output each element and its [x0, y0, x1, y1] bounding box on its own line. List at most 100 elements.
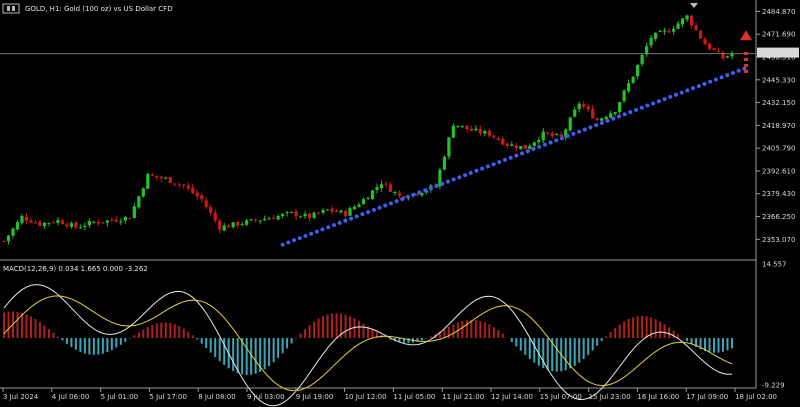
symbol-title: GOLD, H1: Gold (100 oz) vs US Dollar CFD: [25, 5, 173, 13]
time-label: 15 Jul 23:00: [589, 393, 631, 401]
candle-body: [123, 216, 127, 221]
candle-body: [173, 183, 177, 185]
candle-body: [393, 192, 397, 194]
macd-axis-label: -9.229: [762, 382, 785, 390]
candle-body: [47, 222, 51, 224]
candle-body: [465, 125, 469, 130]
candle-body: [38, 221, 42, 226]
candle-body: [649, 37, 653, 46]
candle-body: [6, 235, 11, 242]
arrow-dot: [744, 69, 748, 73]
time-label: 16 Jul 16:00: [637, 393, 679, 401]
candle-body: [510, 144, 514, 146]
candle-body: [640, 54, 644, 65]
price-label: 2379.430: [762, 190, 795, 198]
candle-body: [600, 118, 604, 121]
candle-body: [537, 140, 541, 143]
time-label: 4 Jul 06:00: [52, 393, 90, 401]
candle-body: [478, 129, 482, 134]
candle-body: [501, 138, 505, 145]
time-label: 15 Jul 07:00: [540, 393, 582, 401]
candle-body: [195, 192, 199, 197]
candle-body: [263, 218, 267, 221]
candle-body: [370, 190, 375, 199]
price-label: 2392.610: [762, 167, 795, 175]
candle-body: [51, 222, 56, 224]
candle-body: [236, 221, 240, 226]
candle-body: [532, 142, 536, 146]
candle-body: [555, 133, 559, 135]
chart-title: GOLD, H1: Gold (100 oz) vs US Dollar CFD: [2, 3, 173, 14]
candle-body: [141, 188, 145, 197]
candle-body: [240, 224, 244, 226]
time-label: 5 Jul 01:00: [101, 393, 139, 401]
candle-body: [397, 192, 402, 196]
arrow-dot: [744, 57, 748, 61]
candle-body: [92, 221, 96, 223]
candle-body: [65, 224, 69, 227]
candle-body: [114, 220, 118, 222]
candle-body: [352, 206, 357, 210]
candle-body: [191, 187, 195, 193]
price-label: 2353.070: [762, 236, 795, 244]
candle-body: [456, 125, 460, 127]
candle-body: [110, 219, 114, 221]
candle-body: [586, 106, 590, 110]
candle-body: [105, 220, 109, 223]
candle-body: [321, 209, 325, 213]
candle-body: [546, 132, 550, 134]
candle-body: [618, 102, 622, 113]
candle-body: [712, 48, 716, 51]
candle-body: [69, 223, 74, 227]
candle-body: [492, 135, 496, 138]
candle-body: [703, 38, 707, 45]
candle-body: [523, 145, 527, 149]
candle-body: [11, 228, 15, 236]
candle-body: [550, 133, 554, 136]
candle-body: [528, 145, 532, 149]
candle-body: [541, 131, 545, 141]
candle-body: [281, 213, 285, 216]
candle-body: [168, 176, 172, 183]
candle-body: [316, 212, 321, 214]
candle-body: [74, 222, 78, 228]
candle-body: [676, 23, 680, 29]
candle-body: [330, 208, 334, 212]
candle-body: [595, 118, 599, 121]
time-label: 11 Jul 21:00: [442, 393, 484, 401]
candle-body: [577, 103, 581, 110]
candle-body: [258, 220, 262, 222]
candle-body: [128, 217, 132, 219]
candle-body: [60, 220, 65, 225]
candle-body: [460, 125, 464, 127]
candle-body: [582, 104, 586, 107]
candle-body: [469, 128, 473, 131]
candle-body: [689, 15, 694, 26]
candle-body: [685, 15, 689, 20]
candle-body: [24, 216, 29, 221]
candle-body: [164, 177, 168, 179]
candle-body: [559, 134, 563, 137]
time-label: 3 Jul 2024: [3, 393, 39, 401]
candle-body: [254, 219, 258, 221]
candle-body: [694, 25, 698, 30]
candle-body: [33, 222, 38, 224]
candle-body: [200, 195, 204, 200]
trading-chart[interactable]: GOLD, H1: Gold (100 oz) vs US Dollar CFD…: [0, 0, 800, 407]
macd-label: MACD(12,26,9) 0.034 1.665 0.000 -3.262: [3, 265, 148, 273]
candle-body: [698, 30, 703, 39]
candle-body: [415, 194, 420, 196]
candle-body: [307, 213, 312, 219]
candle-body: [505, 143, 509, 146]
candle-body: [56, 219, 60, 223]
candle-body: [78, 227, 82, 229]
candle-body: [312, 212, 316, 218]
time-label: 12 Jul 14:00: [491, 393, 533, 401]
candle-body: [604, 116, 608, 119]
candle-body: [137, 196, 141, 208]
candle-body: [290, 211, 294, 213]
candle-body: [119, 221, 123, 223]
candle-body: [451, 125, 455, 138]
candle-body: [388, 184, 393, 192]
svg-text:2460.480: 2460.480: [759, 50, 792, 58]
